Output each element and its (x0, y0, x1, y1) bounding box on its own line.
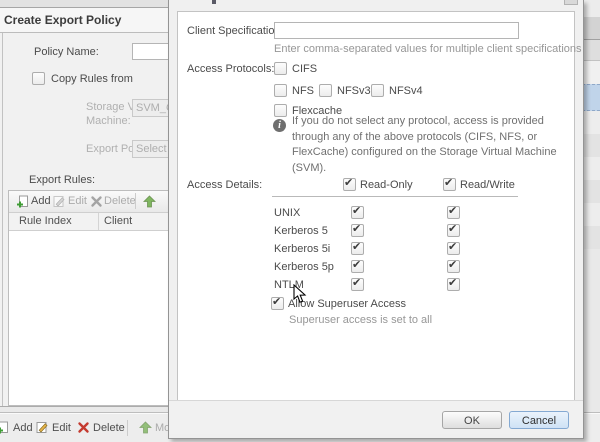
perm-row-label: Kerberos 5i (274, 243, 330, 255)
svm-select-field[interactable]: SVM_G (132, 99, 170, 117)
background-toolbar-strip (582, 17, 600, 40)
protocol-info-note: If you do not select any protocol, acces… (292, 114, 562, 176)
rules-table-body (9, 231, 170, 405)
copy-rules-label: Copy Rules from (51, 73, 133, 85)
flexcache-checkbox[interactable] (274, 104, 287, 117)
nfsv4-label: NFSv4 (389, 85, 423, 97)
delete-icon[interactable] (90, 195, 103, 208)
nfsv3-checkbox[interactable] (319, 84, 332, 97)
column-header-rule-index[interactable]: Rule Index (19, 215, 72, 227)
background-grid-row (582, 134, 600, 157)
nfs-label: NFS (292, 85, 314, 97)
column-header-client[interactable]: Client (104, 215, 132, 227)
add-icon[interactable] (0, 421, 9, 434)
perm-row-label: Kerberos 5 (274, 225, 328, 237)
client-spec-input[interactable] (274, 22, 519, 39)
read-only-label: Read-Only (360, 179, 413, 191)
perm-row-label: Kerberos 5p (274, 261, 334, 273)
edit-button[interactable]: Edit (52, 422, 71, 434)
svm-label-line2: Machine: (86, 115, 131, 127)
export-rules-label: Export Rules: (29, 174, 95, 186)
toolbar-separator (127, 420, 128, 436)
kerberos5p-read-only-checkbox[interactable] (351, 260, 364, 273)
nfsv3-label: NFSv3 (337, 85, 371, 97)
access-protocols-label: Access Protocols: (187, 63, 274, 75)
add-button[interactable]: Add (13, 422, 33, 434)
close-button-fragment[interactable] (564, 0, 578, 5)
background-grid-row (582, 157, 600, 180)
nfsv4-checkbox[interactable] (371, 84, 384, 97)
column-divider[interactable] (98, 213, 99, 230)
read-only-checkbox[interactable] (343, 178, 356, 191)
background-area (582, 0, 600, 17)
delete-button[interactable]: Delete (93, 422, 125, 434)
export-rules-toolbar: Add Edit Delete (9, 191, 170, 213)
create-export-rule-dialog: Client Specification: Enter comma-separa… (168, 0, 584, 439)
client-spec-hint: Enter comma-separated values for multipl… (274, 43, 582, 55)
background-grid-row (582, 226, 600, 249)
edit-icon[interactable] (36, 421, 49, 434)
policy-dialog-titlebar: Create Export Policy (0, 8, 170, 33)
background-grid-row (582, 111, 600, 134)
background-grid-row (582, 61, 600, 84)
delete-icon[interactable] (77, 421, 90, 434)
move-up-icon[interactable] (139, 421, 152, 434)
kerberos5-read-write-checkbox[interactable] (447, 224, 460, 237)
ntlm-read-only-checkbox[interactable] (351, 278, 364, 291)
policy-dialog-title: Create Export Policy (4, 13, 121, 27)
unix-read-only-checkbox[interactable] (351, 206, 364, 219)
allow-superuser-checkbox[interactable] (271, 297, 284, 310)
background-area (582, 249, 600, 412)
client-spec-label: Client Specification: (187, 25, 284, 37)
cifs-checkbox[interactable] (274, 62, 287, 75)
unix-read-write-checkbox[interactable] (447, 206, 460, 219)
policy-dialog-body: Policy Name: Copy Rules from Storage Vir… (0, 33, 170, 407)
nfs-checkbox[interactable] (274, 84, 287, 97)
background-strip (0, 0, 170, 8)
divider (272, 196, 518, 197)
background-selected-row[interactable] (582, 84, 600, 111)
rules-table-header: Rule Index Client (9, 213, 170, 231)
policy-name-label: Policy Name: (34, 46, 99, 58)
background-grid-row (582, 203, 600, 226)
info-icon: i (273, 119, 286, 132)
rule-dialog-footer: OK Cancel (169, 400, 583, 434)
cancel-button[interactable]: Cancel (509, 411, 569, 429)
superuser-note: Superuser access is set to all (289, 314, 432, 326)
delete-rule-button[interactable]: Delete (104, 195, 136, 207)
kerberos5-read-only-checkbox[interactable] (351, 224, 364, 237)
background-grid-row (582, 180, 600, 203)
export-policy-select-field[interactable]: Select (132, 140, 170, 158)
kerberos5i-read-write-checkbox[interactable] (447, 242, 460, 255)
perm-row-label: UNIX (274, 207, 300, 219)
screen: Add Edit Delete Mo Create Export Policy … (0, 0, 600, 442)
background-grid-header (582, 40, 600, 61)
mouse-cursor (293, 284, 307, 304)
rule-dialog-content: Client Specification: Enter comma-separa… (177, 11, 575, 401)
ok-button[interactable]: OK (442, 411, 502, 429)
read-write-label: Read/Write (460, 179, 515, 191)
ntlm-read-write-checkbox[interactable] (447, 278, 460, 291)
edit-icon[interactable] (53, 195, 66, 208)
toolbar-separator (135, 193, 136, 209)
access-details-label: Access Details: (187, 179, 262, 191)
edit-rule-button[interactable]: Edit (68, 195, 87, 207)
create-export-policy-dialog: Create Export Policy Policy Name: Copy R… (0, 0, 170, 412)
kerberos5i-read-only-checkbox[interactable] (351, 242, 364, 255)
copy-rules-checkbox[interactable] (32, 72, 45, 85)
dialog-title-fragment (212, 0, 216, 4)
kerberos5p-read-write-checkbox[interactable] (447, 260, 460, 273)
read-write-checkbox[interactable] (443, 178, 456, 191)
add-icon[interactable] (16, 195, 29, 208)
background-window (582, 0, 600, 412)
export-rules-panel: Add Edit Delete Rule In (8, 190, 170, 406)
policy-name-input[interactable] (132, 43, 170, 60)
cifs-label: CIFS (292, 63, 317, 75)
move-up-icon[interactable] (143, 195, 156, 208)
add-rule-button[interactable]: Add (31, 195, 51, 207)
